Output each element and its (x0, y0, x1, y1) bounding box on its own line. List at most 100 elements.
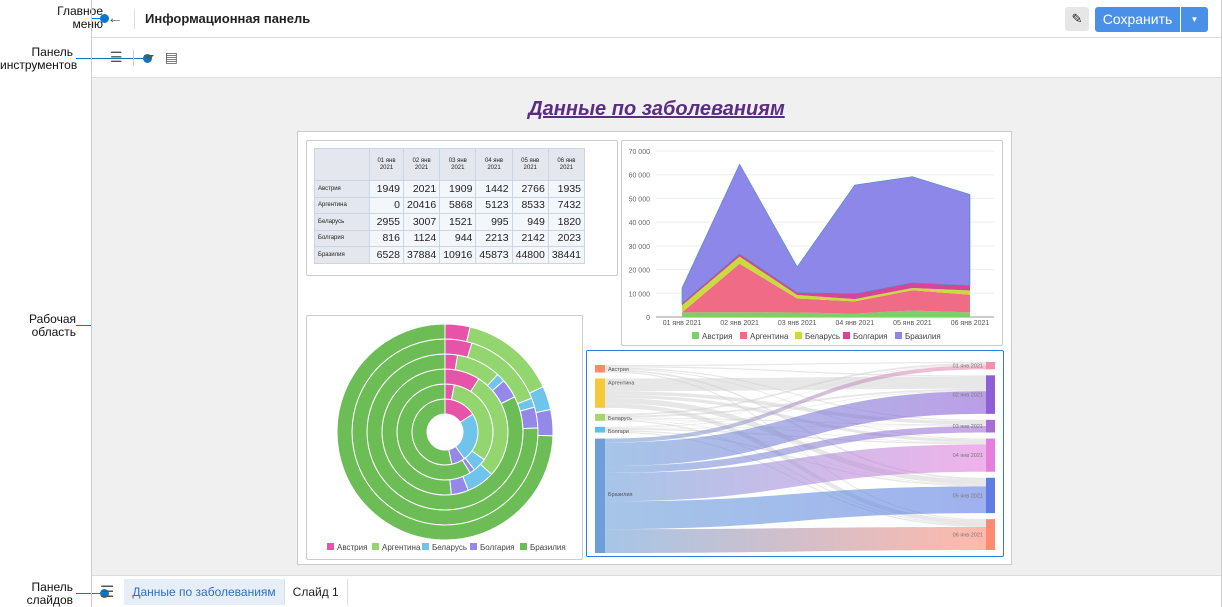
tab-slide-1[interactable]: Слайд 1 (285, 578, 348, 605)
sankey-target-label: 03 янв 2021 (953, 424, 983, 430)
column-header[interactable]: 01 янв 2021 (369, 148, 404, 181)
y-tick-label: 70 000 (629, 149, 651, 156)
sankey-target-label: 01 янв 2021 (953, 364, 983, 370)
menu-icon[interactable]: ☰ (100, 582, 114, 602)
filter-icon[interactable]: ⏷ (144, 49, 155, 66)
legend-label: Беларусь (805, 332, 840, 341)
legend-swatch (520, 543, 527, 550)
sankey-target-node (986, 375, 995, 414)
layout-icon[interactable]: ▤ (165, 49, 178, 66)
x-tick-label: 01 янв 2021 (663, 320, 702, 327)
sunburst-widget[interactable]: Австрия Аргентина Беларусь Болгария Бразилия (306, 315, 583, 560)
table-cell: 2766 (511, 180, 549, 198)
area-chart-widget[interactable]: 0 10 000 20 000 30 000 40 000 50 000 60 000 70 … (621, 140, 1003, 346)
table-cell: 2955 (369, 213, 404, 231)
table-cell: 2023 (547, 229, 586, 247)
corner-cell (314, 148, 370, 181)
sankey-source-node (595, 438, 605, 553)
legend-swatch (327, 543, 334, 550)
legend-label: Аргентина (750, 332, 789, 341)
table-cell: 1521 (439, 213, 477, 231)
legend-swatch (895, 332, 902, 339)
table-cell: 10916 (439, 246, 477, 264)
table-cell: 5868 (439, 196, 477, 214)
table-cell: 38441 (547, 246, 586, 264)
pencil-icon[interactable]: ✎ (1065, 7, 1089, 31)
sunburst-chart: Австрия Аргентина Беларусь Болгария Бразилия (327, 323, 566, 552)
divider (134, 8, 135, 29)
table-cell: 2213 (475, 229, 513, 247)
workspace: Данные по заболеваниям 01 янв 2021 02 янв… (92, 78, 1221, 575)
legend-label: Болгария (853, 332, 888, 341)
table-cell: 995 (475, 213, 513, 231)
legend-label: Австрия (702, 332, 732, 341)
table-cell: 2142 (511, 229, 549, 247)
table-row: Болгария 816 1124 944 2213 2142 2023 (314, 229, 586, 247)
row-header[interactable]: Беларусь (314, 213, 370, 231)
annotation-slides-panel: Панель слайдов (26, 580, 73, 607)
table-widget[interactable]: 01 янв 2021 02 янв 2021 03 янв 2021 04 янв … (306, 140, 618, 276)
area-chart: 0 10 000 20 000 30 000 40 000 50 000 60 000 70 … (629, 149, 994, 341)
legend-label: Аргентина (382, 543, 421, 552)
annotation-workspace: Рабочая область (29, 312, 76, 339)
table-row: Аргентина 0 20416 5868 5123 8533 7432 (314, 196, 586, 214)
sankey-source-node (595, 413, 605, 421)
legend-label: Беларусь (432, 543, 467, 552)
sankey-target-node (986, 477, 995, 514)
column-header[interactable]: 06 янв 2021 (547, 148, 586, 181)
x-tick-label: 06 янв 2021 (951, 320, 990, 327)
caret-down-icon[interactable]: ▼ (1181, 7, 1208, 32)
table-cell: 6528 (369, 246, 404, 264)
row-header[interactable]: Австрия (314, 180, 370, 198)
sankey-link (605, 527, 986, 553)
divider (132, 49, 134, 66)
table-cell: 45873 (475, 246, 513, 264)
column-header[interactable]: 03 янв 2021 (439, 148, 477, 181)
save-button[interactable]: Сохранить (1095, 7, 1180, 32)
sankey-chart: Австрия Аргентина Беларусь Болгари Бразилия 0… (595, 362, 995, 553)
sankey-source-label: Австрия (608, 367, 629, 373)
y-tick-label: 30 000 (629, 244, 651, 251)
table-cell: 5123 (475, 196, 513, 214)
table-cell: 44800 (511, 246, 549, 264)
column-header[interactable]: 05 янв 2021 (511, 148, 549, 181)
row-header[interactable]: Болгария (314, 229, 370, 247)
x-tick-label: 02 янв 2021 (720, 320, 759, 327)
toolbar: ☰ ⏷ ▤ (92, 38, 1221, 78)
row-header[interactable]: Бразилия (314, 246, 370, 264)
legend-label: Бразилия (530, 543, 566, 552)
y-tick-label: 60 000 (629, 173, 651, 180)
annotation-toolbar: Панель инструментов (0, 45, 78, 72)
sankey-widget[interactable]: Австрия Аргентина Беларусь Болгари Бразилия 0… (586, 350, 1004, 557)
arrow-left-icon[interactable]: ← (100, 10, 130, 28)
legend-swatch (692, 332, 699, 339)
sankey-target-node (986, 438, 995, 472)
table-cell: 20416 (402, 196, 441, 214)
legend-swatch (422, 543, 429, 550)
menu-icon[interactable]: ☰ (110, 49, 123, 66)
y-tick-label: 10 000 (629, 291, 651, 298)
table-row: Австрия 1949 2021 1909 1442 2766 1935 (314, 180, 586, 198)
legend-swatch (740, 332, 747, 339)
app-window: ← Информационная панель ✎ Сохранить ▼ ☰ … (91, 0, 1222, 607)
table-cell: 1909 (439, 180, 477, 198)
column-header[interactable]: 02 янв 2021 (402, 148, 441, 181)
legend-swatch (843, 332, 850, 339)
data-table: 01 янв 2021 02 янв 2021 03 янв 2021 04 янв … (314, 148, 586, 264)
table-cell: 3007 (402, 213, 441, 231)
dashboard-title: Данные по заболеваниям (528, 98, 785, 120)
legend-swatch (795, 332, 802, 339)
dashboard-panel: 01 янв 2021 02 янв 2021 03 янв 2021 04 янв … (297, 131, 1012, 565)
sankey-target-node (986, 519, 995, 550)
row-header[interactable]: Аргентина (314, 196, 370, 214)
column-header[interactable]: 04 янв 2021 (475, 148, 513, 181)
sankey-target-label: 04 янв 2021 (953, 453, 983, 459)
tab-slide-data[interactable]: Данные по заболеваниям (124, 578, 285, 605)
table-cell: 816 (369, 229, 404, 247)
sankey-target-node (986, 419, 995, 433)
legend-label: Болгария (480, 543, 515, 552)
header: ← Информационная панель ✎ Сохранить ▼ (92, 0, 1221, 38)
legend-label: Австрия (337, 543, 367, 552)
sunburst-segment (535, 408, 554, 437)
table-row: Бразилия 6528 37884 10916 45873 44800 38441 (314, 246, 586, 264)
